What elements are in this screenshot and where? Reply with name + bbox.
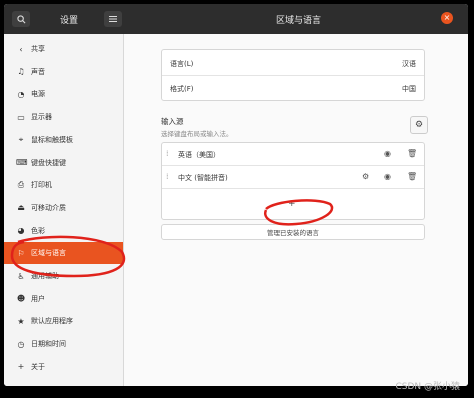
annotation-ellipse-sidebar: [10, 235, 126, 278]
watermark: CSDN @张小猿: [395, 382, 460, 392]
red-annotation-overlay: [10, 199, 334, 278]
annotation-ellipse-add: [264, 199, 334, 226]
settings-window: 设置 区域与语言 × ‹ 共享 ♫ 声音 ◔ 电源 ▭ 显示器 ⌖ 鼠标和触摸板 ⌨ 键盘快捷键 ⎙ 打印…: [4, 4, 468, 386]
